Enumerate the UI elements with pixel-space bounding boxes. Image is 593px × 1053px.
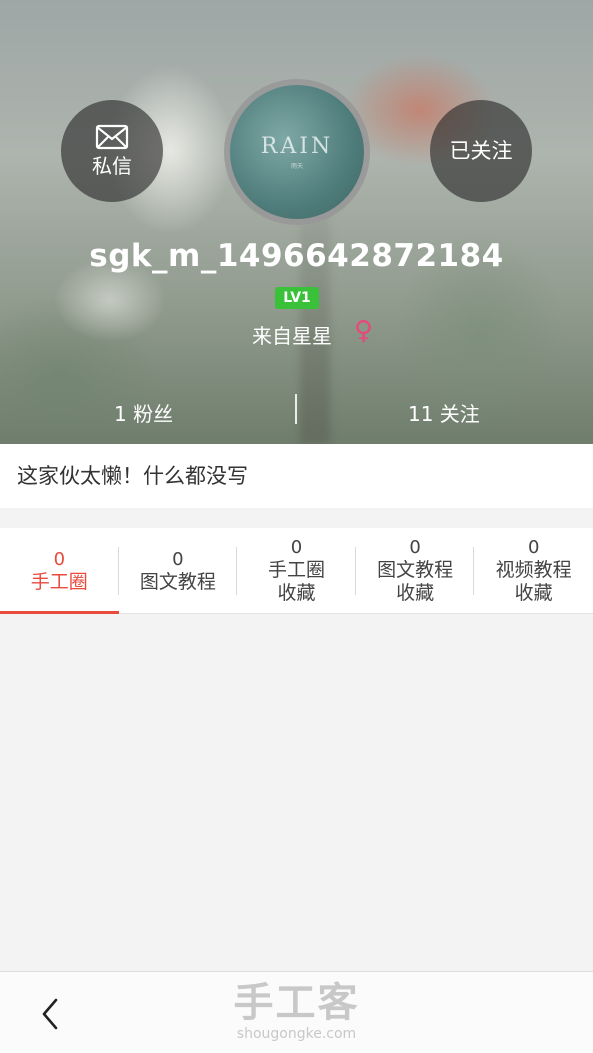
- bio-text: 这家伙太懒！什么都没写: [0, 444, 593, 508]
- tab-count: 0: [290, 537, 303, 558]
- logo-en: shougongke.com: [236, 1026, 357, 1042]
- tab-video-favorites[interactable]: 0 视频教程 收藏: [474, 528, 593, 613]
- following-count[interactable]: 11 关注: [408, 398, 480, 427]
- tab-count: 0: [527, 537, 540, 558]
- female-icon: ♀: [354, 316, 374, 346]
- tab-label-line2: 收藏: [514, 582, 553, 604]
- avatar-text: RAIN: [260, 134, 334, 159]
- envelope-icon: [95, 124, 129, 150]
- tab-handcraft-circle[interactable]: 0 手工圈: [0, 528, 119, 614]
- tab-tutorial-favorites[interactable]: 0 图文教程 收藏: [356, 528, 475, 613]
- bottom-bar: 手工客 shougongke.com: [0, 971, 593, 1053]
- avatar-subtext: 雨天: [290, 163, 303, 170]
- avatar[interactable]: RAIN 雨天: [224, 79, 370, 225]
- stats-bar: 1 粉丝 11 关注: [0, 392, 593, 428]
- location-text: 来自星星: [252, 324, 332, 348]
- tab-label-line2: 收藏: [396, 582, 435, 604]
- logo-cn: 手工客: [233, 980, 360, 1026]
- tab-count: 0: [53, 548, 66, 570]
- tab-count: 0: [409, 537, 421, 558]
- tab-label: 图文教程: [377, 559, 454, 581]
- fans-count[interactable]: 1 粉丝: [114, 398, 173, 427]
- private-message-label: 私信: [92, 154, 132, 178]
- tab-label: 手工圈: [30, 570, 88, 593]
- private-message-button[interactable]: 私信: [61, 100, 163, 202]
- tab-handcraft-circle-favorites[interactable]: 0 手工圈 收藏: [237, 528, 356, 613]
- profile-header: 私信 RAIN 雨天 已关注 sgk_m_1496642872184 LV1 来…: [0, 0, 593, 444]
- level-badge: LV1: [275, 287, 319, 309]
- tab-tutorials[interactable]: 0 图文教程: [119, 528, 238, 613]
- tab-label: 图文教程: [139, 570, 216, 593]
- tab-label: 视频教程: [495, 559, 572, 581]
- tab-label: 手工圈: [267, 559, 325, 581]
- username: sgk_m_1496642872184: [89, 238, 504, 274]
- followed-button[interactable]: 已关注: [430, 100, 532, 202]
- followed-label: 已关注: [449, 139, 513, 163]
- avatar-image: RAIN 雨天: [230, 85, 364, 219]
- tab-label-line2: 收藏: [277, 582, 316, 604]
- tab-count: 0: [172, 548, 184, 570]
- watermark-logo: 手工客 shougongke.com: [0, 980, 593, 1042]
- content-tabs: 0 手工圈 0 图文教程 0 手工圈 收藏 0 图文教程 收藏 0 视频教程 收…: [0, 528, 593, 614]
- stats-divider: [295, 394, 297, 424]
